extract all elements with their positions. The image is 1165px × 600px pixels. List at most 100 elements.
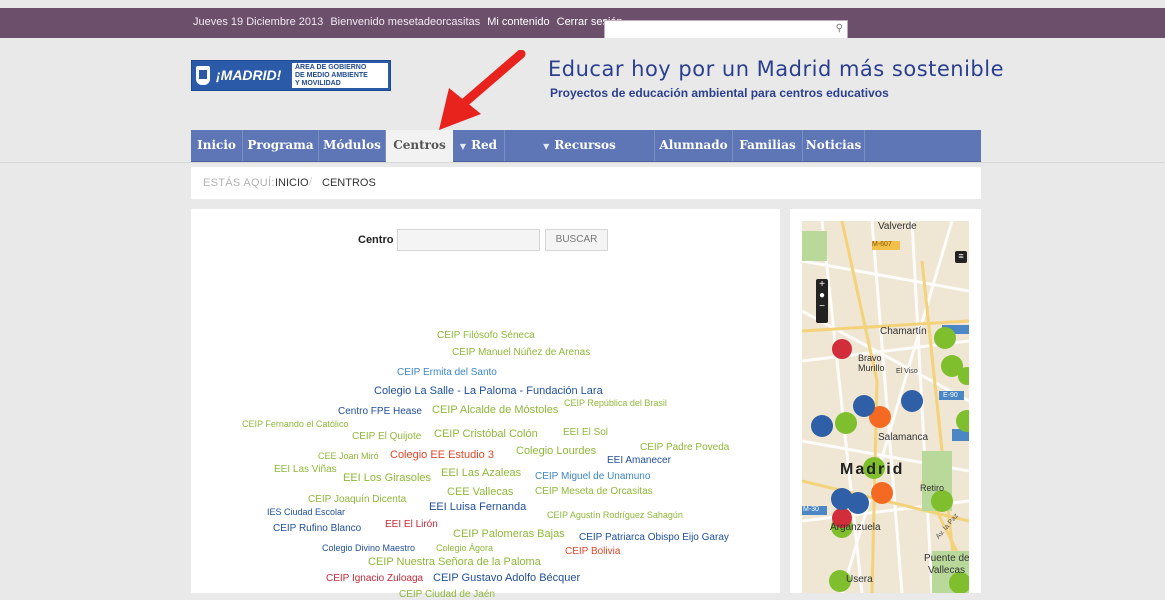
center-tag-link[interactable]: CEIP Agustín Rodríguez Sahagún [547, 511, 683, 520]
map-label: Bravo [858, 353, 882, 363]
map-canvas[interactable] [802, 221, 969, 593]
map-label: M-607 [872, 241, 892, 248]
map-label: E-90 [943, 392, 958, 399]
nav-item-label: Módulos [323, 138, 381, 152]
map-label: Puente de [924, 553, 969, 564]
top-bar-text: Jueves 19 Diciembre 2013 Bienvenido mese… [193, 16, 627, 28]
nav-item-label: Red [471, 138, 498, 152]
site-subtitle: Proyectos de educación ambiental para ce… [550, 86, 889, 100]
center-tag-link[interactable]: CEIP Ermita del Santo [397, 368, 497, 378]
map-zoom-in-button[interactable]: + [816, 279, 828, 290]
center-tag-link[interactable]: EEI Luisa Fernanda [429, 502, 526, 513]
center-tag-link[interactable]: CEIP República del Brasil [564, 399, 667, 408]
map-label: El Viso [896, 368, 918, 375]
nav-item[interactable]: Programa [243, 130, 319, 161]
nav-item[interactable]: Alumnado [655, 130, 733, 161]
main-nav: Inicio Programa Módulos Centros ▼ Red ▼ Recurso… [191, 130, 981, 184]
search-icon[interactable]: ⚲ [836, 23, 843, 34]
center-tag-link[interactable]: CEIP Miguel de Unamuno [535, 472, 650, 482]
breadcrumb-separator: / [309, 176, 313, 188]
madrid-shield-icon [196, 66, 210, 85]
nav-item-label: Centros [393, 138, 446, 152]
center-tag-link[interactable]: Colegio EE Estudio 3 [390, 450, 494, 461]
center-tag-link[interactable]: EEI Las Viñas [274, 465, 337, 475]
center-tag-link[interactable]: CEIP Alcalde de Móstoles [432, 405, 558, 416]
center-tag-link[interactable]: CEIP Joaquín Dicenta [308, 495, 406, 505]
breadcrumb-home[interactable]: INICIO [275, 177, 309, 189]
nav-item[interactable]: Inicio [191, 130, 243, 161]
center-tag-link[interactable]: CEIP Cristóbal Colón [434, 429, 538, 440]
nav-item-label: Programa [247, 138, 314, 152]
center-tag-link[interactable]: EEI Amanecer [607, 456, 671, 466]
nav-item[interactable]: Centros [386, 130, 453, 163]
center-tag-link[interactable]: CEIP Manuel Núñez de Arenas [452, 348, 590, 358]
center-tag-link[interactable]: CEIP Nuestra Señora de la Paloma [368, 557, 541, 568]
map-globe-icon[interactable]: ● [816, 290, 828, 301]
nav-divider [0, 162, 1165, 163]
red-arrow-annotation [439, 50, 526, 130]
site-search-input[interactable]: ⚲ [604, 20, 848, 39]
nav-item-label: Familias [739, 138, 796, 152]
nav-item-label: Noticias [805, 138, 862, 152]
nav-item[interactable]: ▼ Red [453, 130, 505, 161]
map-label: Chamartín [880, 326, 927, 337]
center-tag-link[interactable]: CEE Vallecas [447, 487, 513, 498]
chevron-down-icon: ▼ [459, 141, 467, 151]
map-label: Murillo [858, 363, 885, 373]
nav-item[interactable]: Noticias [803, 130, 865, 161]
breadcrumb-current: CENTROS [322, 177, 376, 189]
center-tag-link[interactable]: Centro FPE Hease [338, 407, 422, 417]
map-label: Retiro [920, 483, 945, 493]
centers-map[interactable]: + ● − ≡ Valverde M-607 Chamartín Bravo M… [802, 221, 969, 593]
map-label: Vallecas [928, 565, 966, 576]
center-tag-link[interactable]: CEIP Palomeras Bajas [453, 529, 565, 540]
center-tag-link[interactable]: CEIP Padre Poveda [640, 443, 729, 453]
nav-item[interactable]: ▼Recursos profesorado [505, 130, 655, 184]
madrid-logo[interactable]: ¡MADRID! ÁREA DE GOBIERNO DE MEDIO AMBIE… [191, 60, 391, 91]
nav-item-label: Inicio [197, 138, 236, 152]
map-label: Valverde [878, 221, 917, 232]
nav-item-label: Alumnado [659, 138, 728, 152]
center-tag-link[interactable]: IES Ciudad Escolar [267, 508, 345, 517]
center-tag-link[interactable]: Colegio La Salle - La Paloma - Fundación… [374, 386, 603, 397]
center-tag-link[interactable]: CEIP Gustavo Adolfo Bécquer [433, 573, 580, 584]
nav-item[interactable]: Módulos [319, 130, 386, 161]
map-label: Usera [846, 574, 873, 585]
buscar-button[interactable]: BUSCAR [545, 229, 608, 251]
map-layers-icon[interactable]: ≡ [955, 251, 967, 263]
top-bar: Jueves 19 Diciembre 2013 Bienvenido mese… [0, 8, 1165, 39]
map-label: Arganzuela [830, 522, 881, 533]
center-tag-link[interactable]: EEI Las Azaleas [441, 468, 521, 479]
center-tag-link[interactable]: CEE Joan Miró [318, 452, 379, 461]
current-date: Jueves 19 Diciembre 2013 [193, 16, 324, 28]
map-zoom-control[interactable]: + ● − [816, 279, 828, 323]
center-tag-link[interactable]: Colegio Divino Maestro [322, 544, 415, 553]
my-content-link[interactable]: Mi contenido [487, 16, 549, 28]
nav-item[interactable]: Familias [733, 130, 803, 161]
map-label: Salamanca [878, 432, 929, 443]
site-title: Educar hoy por un Madrid más sostenible [548, 57, 1005, 81]
center-tag-link[interactable]: EEI Los Girasoles [343, 473, 431, 484]
site-header [0, 38, 1165, 130]
center-tag-link[interactable]: CEIP Patriarca Obispo Eijo Garay [579, 533, 729, 543]
center-tag-link[interactable]: Colegio Ágora [436, 544, 493, 553]
center-tag-link[interactable]: CEIP Fernando el Católico [242, 420, 348, 429]
center-tag-link[interactable]: CEIP Rufino Blanco [273, 524, 361, 534]
centro-search-input[interactable] [397, 229, 540, 251]
breadcrumb-prefix: ESTÁS AQUÍ: [203, 177, 275, 189]
center-tag-link[interactable]: CEIP Ignacio Zuloaga [326, 574, 423, 584]
center-tag-link[interactable]: CEIP Bolivia [565, 547, 620, 557]
breadcrumb: ESTÁS AQUÍ: INICIO / CENTROS [191, 167, 981, 199]
center-tag-link[interactable]: EEI El Sol [563, 428, 608, 438]
centro-label: Centro [358, 234, 394, 246]
logo-madrid-text: ¡MADRID! [216, 67, 282, 83]
center-tag-link[interactable]: CEIP Filósofo Séneca [437, 331, 535, 341]
center-tag-link[interactable]: EEI El Lirón [385, 520, 438, 530]
center-tag-link[interactable]: Colegio Lourdes [516, 446, 596, 457]
center-tag-link[interactable]: CEIP Meseta de Orcasitas [535, 487, 653, 497]
center-tag-link[interactable]: CEIP El Quijote [352, 432, 421, 442]
chevron-down-icon: ▼ [543, 141, 550, 151]
center-tag-link[interactable]: CEIP Ciudad de Jaén [399, 590, 495, 600]
map-zoom-out-button[interactable]: − [816, 301, 828, 312]
welcome-text: Bienvenido mesetadeorcasitas [330, 16, 481, 28]
